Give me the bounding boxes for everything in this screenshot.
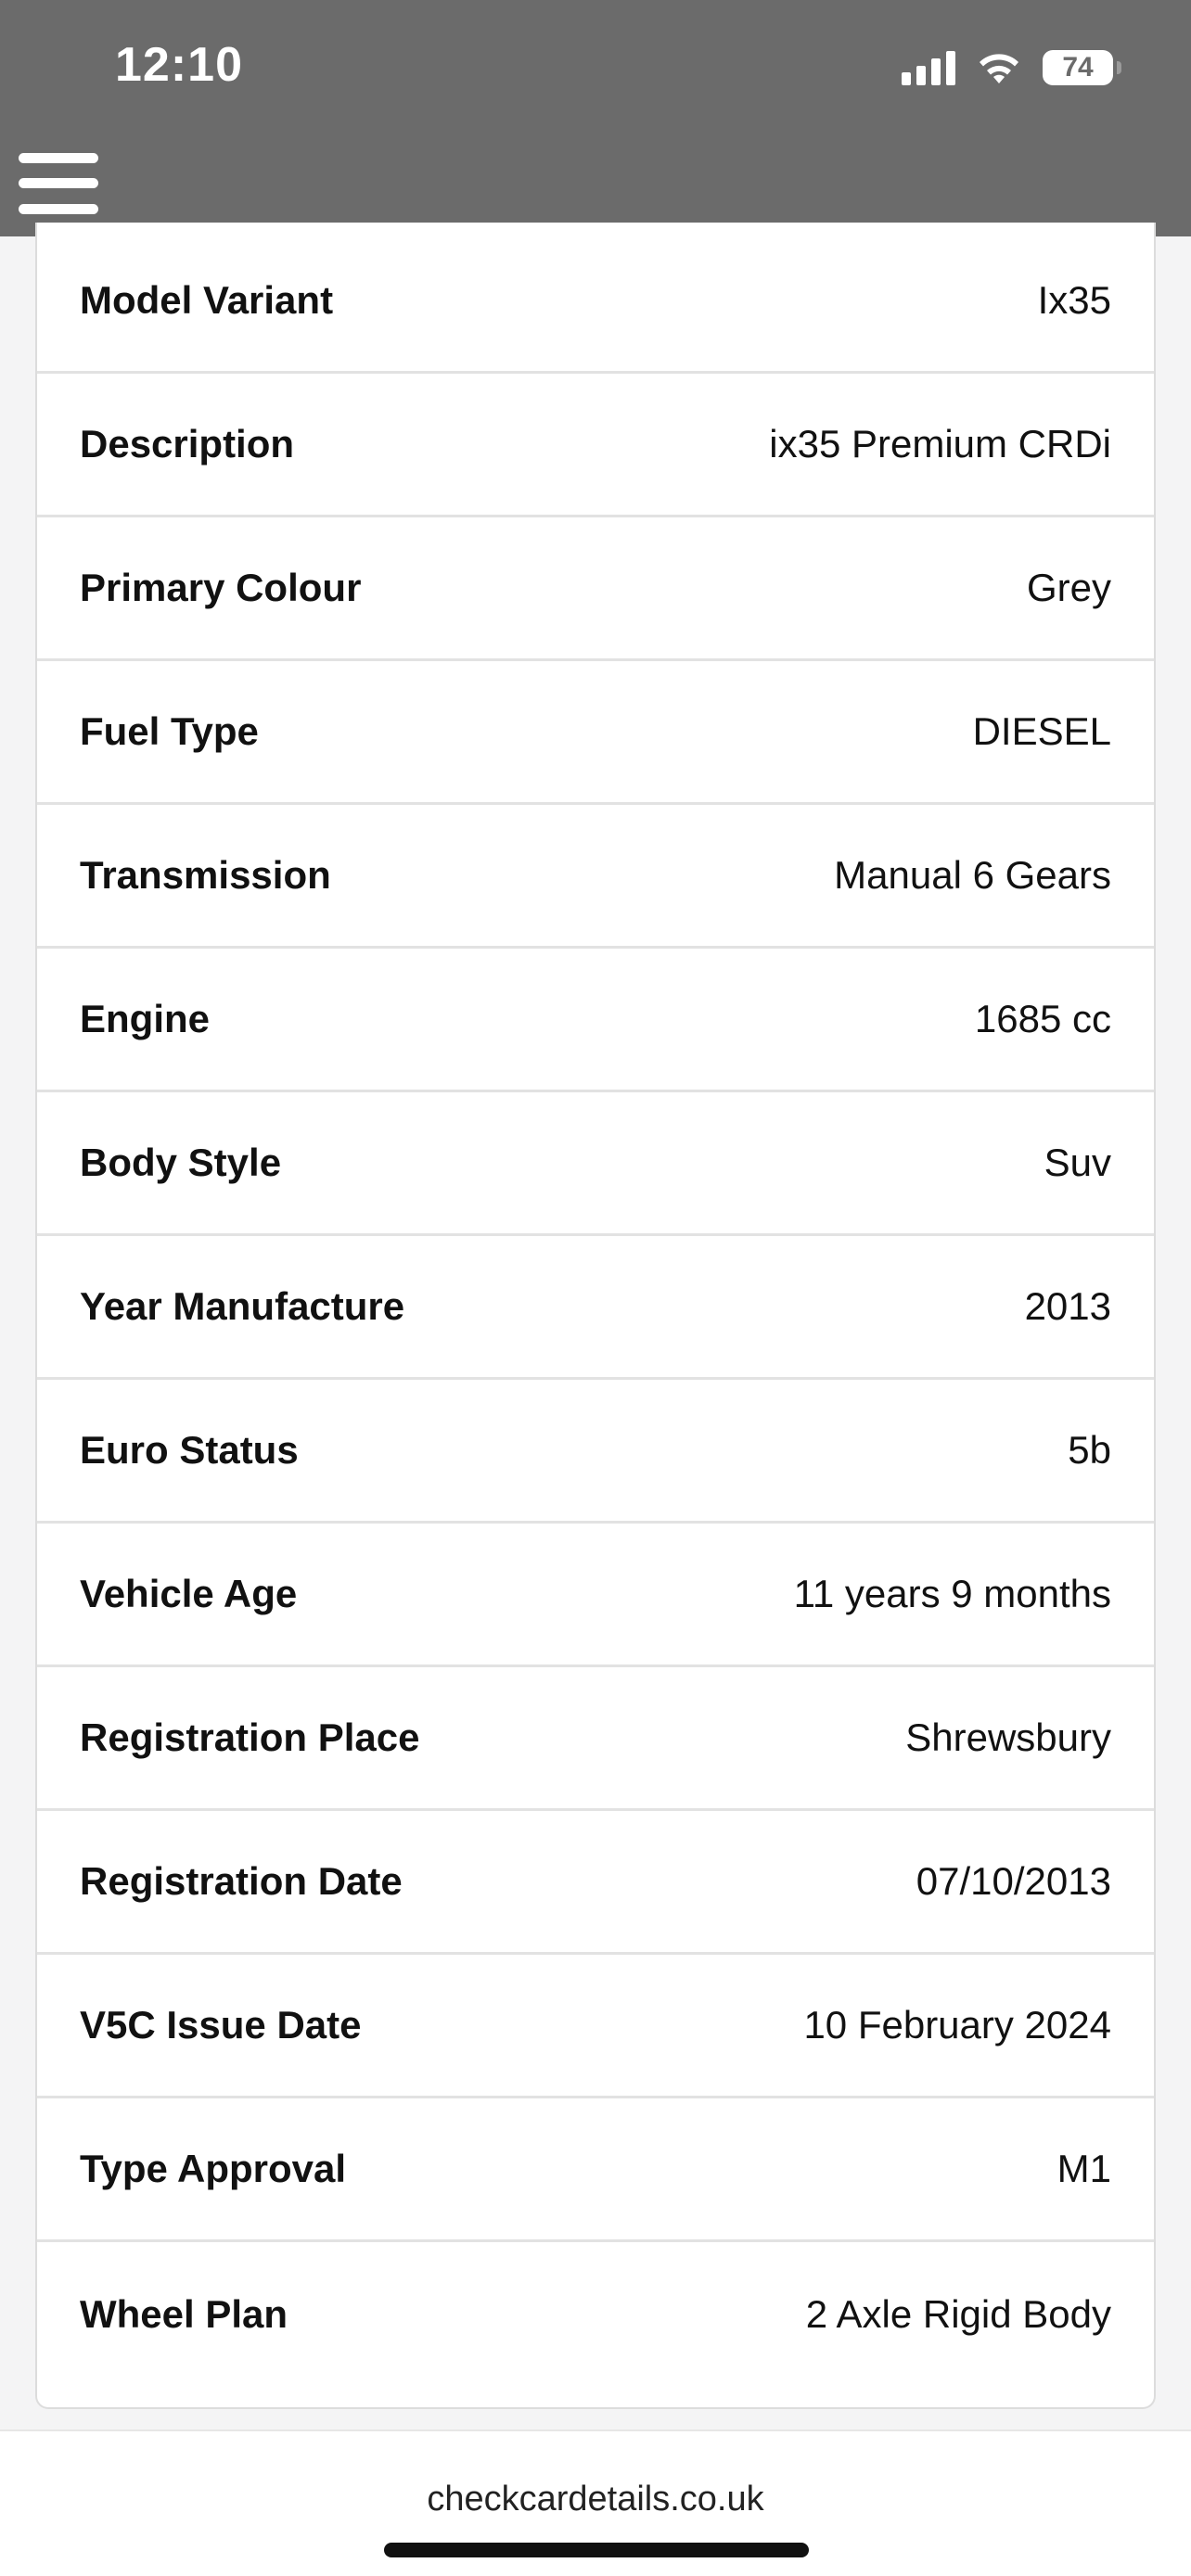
detail-row-transmission: Transmission Manual 6 Gears: [37, 805, 1154, 949]
detail-label: Primary Colour: [80, 566, 362, 609]
detail-label: Year Manufacture: [80, 1284, 405, 1328]
detail-label: Wheel Plan: [80, 2291, 288, 2336]
detail-value: 07/10/2013: [916, 1859, 1111, 1903]
detail-value: Ix35: [1037, 278, 1111, 322]
detail-label: Registration Date: [80, 1859, 403, 1903]
detail-label: Vehicle Age: [80, 1572, 298, 1615]
detail-row-engine: Engine 1685 cc: [37, 949, 1154, 1092]
wifi-icon: [980, 54, 1018, 83]
detail-label: Description: [80, 422, 295, 465]
detail-label: Fuel Type: [80, 709, 259, 753]
detail-value: ix35 Premium CRDi: [769, 422, 1111, 465]
detail-row-type-approval: Type Approval M1: [37, 2098, 1154, 2242]
detail-row-v5c-issue-date: V5C Issue Date 10 February 2024: [37, 1955, 1154, 2098]
detail-row-registration-place: Registration Place Shrewsbury: [37, 1667, 1154, 1811]
detail-label: Body Style: [80, 1141, 282, 1184]
detail-value: Manual 6 Gears: [834, 853, 1111, 897]
detail-label: Transmission: [80, 853, 331, 897]
detail-row-model-variant: Model Variant Ix35: [37, 230, 1154, 374]
home-indicator[interactable]: [384, 2543, 809, 2557]
detail-value: 10 February 2024: [803, 2003, 1111, 2047]
detail-row-description: Description ix35 Premium CRDi: [37, 374, 1154, 517]
detail-value: 2013: [1024, 1284, 1111, 1328]
battery-icon: 74: [1043, 50, 1121, 85]
detail-row-euro-status: Euro Status 5b: [37, 1380, 1154, 1524]
detail-value: 1685 cc: [974, 997, 1111, 1040]
battery-level: 74: [1062, 52, 1094, 83]
detail-value: Shrewsbury: [905, 1715, 1111, 1759]
hamburger-menu-icon[interactable]: [19, 153, 98, 214]
detail-label: Registration Place: [80, 1715, 420, 1759]
detail-row-wheel-plan: Wheel Plan 2 Axle Rigid Body: [37, 2242, 1154, 2386]
cellular-signal-icon: [902, 50, 955, 85]
detail-row-primary-colour: Primary Colour Grey: [37, 517, 1154, 661]
detail-value: 2 Axle Rigid Body: [805, 2291, 1111, 2336]
battery-tip: [1117, 61, 1121, 74]
detail-row-year-manufacture: Year Manufacture 2013: [37, 1236, 1154, 1380]
detail-value: 11 years 9 months: [793, 1572, 1111, 1615]
detail-value: DIESEL: [972, 709, 1111, 753]
detail-value: Grey: [1026, 566, 1111, 609]
detail-label: Model Variant: [80, 278, 334, 322]
detail-label: Type Approval: [80, 2147, 347, 2190]
detail-value: M1: [1057, 2147, 1111, 2190]
browser-url[interactable]: checkcardetails.co.uk: [0, 2480, 1191, 2519]
detail-row-fuel-type: Fuel Type DIESEL: [37, 661, 1154, 805]
detail-value: 5b: [1068, 1428, 1111, 1472]
detail-label: V5C Issue Date: [80, 2003, 362, 2047]
status-bar: 12:10 74: [0, 0, 1191, 139]
detail-value: Suv: [1044, 1141, 1111, 1184]
status-icons: 74: [902, 45, 1121, 91]
status-time: 12:10: [115, 38, 243, 92]
detail-row-registration-date: Registration Date 07/10/2013: [37, 1811, 1154, 1955]
detail-row-vehicle-age: Vehicle Age 11 years 9 months: [37, 1524, 1154, 1667]
browser-bottom-bar: checkcardetails.co.uk: [0, 2429, 1191, 2576]
vehicle-details-card: Model Variant Ix35 Description ix35 Prem…: [35, 223, 1156, 2409]
detail-label: Engine: [80, 997, 211, 1040]
detail-row-body-style: Body Style Suv: [37, 1092, 1154, 1236]
detail-label: Euro Status: [80, 1428, 299, 1472]
